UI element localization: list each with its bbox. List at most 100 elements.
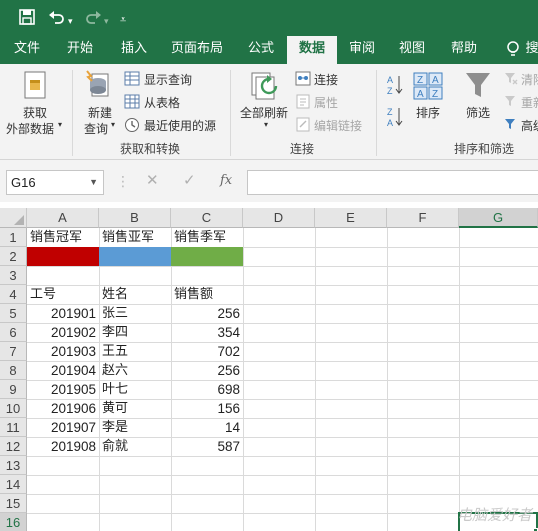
connections-icon[interactable]	[295, 71, 311, 89]
advanced-filter-icon[interactable]	[504, 117, 518, 134]
column-header-c[interactable]: C	[171, 208, 243, 228]
tab-file[interactable]: 文件	[4, 36, 50, 64]
cell-c5[interactable]: 256	[171, 304, 243, 323]
filter-icon[interactable]	[464, 70, 492, 103]
cell-a2-fill-red[interactable]	[27, 247, 99, 266]
cell-a11[interactable]: 201907	[27, 418, 99, 437]
cell-b4[interactable]: 姓名	[99, 285, 171, 304]
cell-b11[interactable]: 李是	[99, 418, 171, 437]
cell-a5[interactable]: 201901	[27, 304, 99, 323]
show-queries-button[interactable]: 显示查询	[144, 71, 192, 88]
sort-dialog-icon[interactable]: ZAAZ	[413, 72, 443, 103]
get-external-data-icon[interactable]	[21, 70, 49, 105]
cell-a8[interactable]: 201904	[27, 361, 99, 380]
cell-b1[interactable]: 销售亚军	[99, 228, 171, 247]
column-header-e[interactable]: E	[315, 208, 387, 228]
row-header-3[interactable]: 3	[0, 266, 27, 285]
new-query-icon[interactable]	[84, 68, 114, 105]
cell-a12[interactable]: 201908	[27, 437, 99, 456]
tab-formulas[interactable]: 公式	[238, 36, 284, 64]
cell-b12[interactable]: 俞就	[99, 437, 171, 456]
new-query-dropdown-icon[interactable]: ▾	[111, 120, 115, 129]
filter-button[interactable]: 筛选	[466, 104, 490, 121]
row-header-12[interactable]: 12	[0, 437, 27, 456]
tab-view[interactable]: 视图	[391, 36, 433, 64]
tab-help[interactable]: 帮助	[441, 36, 487, 64]
row-header-5[interactable]: 5	[0, 304, 27, 323]
row-header-4[interactable]: 4	[0, 285, 27, 304]
column-header-f[interactable]: F	[387, 208, 459, 228]
sort-za-icon[interactable]: ZA	[387, 106, 403, 131]
redo-icon[interactable]	[84, 8, 102, 31]
cell-b10[interactable]: 黄可	[99, 399, 171, 418]
row-header-14[interactable]: 14	[0, 475, 27, 494]
undo-dropdown-icon[interactable]: ▾	[68, 12, 73, 32]
enter-icon[interactable]: ✓	[183, 171, 196, 189]
cell-c2-fill-green[interactable]	[171, 247, 243, 266]
cell-b5[interactable]: 张三	[99, 304, 171, 323]
tell-me-partial[interactable]: 搜	[525, 36, 538, 64]
refresh-dropdown-icon[interactable]: ▾	[264, 120, 268, 129]
row-header-7[interactable]: 7	[0, 342, 27, 361]
column-header-g[interactable]: G	[459, 208, 538, 228]
row-header-13[interactable]: 13	[0, 456, 27, 475]
cell-c9[interactable]: 698	[171, 380, 243, 399]
sort-az-icon[interactable]: AZ	[387, 74, 403, 99]
row-header-10[interactable]: 10	[0, 399, 27, 418]
chevron-down-icon[interactable]: ▼	[89, 171, 98, 194]
save-icon[interactable]	[18, 8, 36, 31]
column-header-a[interactable]: A	[27, 208, 99, 228]
tab-insert[interactable]: 插入	[111, 36, 157, 64]
cell-c7[interactable]: 702	[171, 342, 243, 361]
refresh-all-button[interactable]: 全部刷新	[240, 104, 288, 121]
row-header-8[interactable]: 8	[0, 361, 27, 380]
cell-c6[interactable]: 354	[171, 323, 243, 342]
cell-c12[interactable]: 587	[171, 437, 243, 456]
connections-button[interactable]: 连接	[314, 71, 338, 88]
cell-a4[interactable]: 工号	[27, 285, 99, 304]
name-box[interactable]: G16 ▼	[6, 170, 104, 195]
get-data-label-2[interactable]: 外部数据	[6, 120, 54, 137]
customize-icon[interactable]: ⩡	[120, 10, 126, 30]
recent-sources-icon[interactable]	[124, 117, 140, 136]
from-table-button[interactable]: 从表格	[144, 94, 180, 111]
advanced-filter-button[interactable]: 高级	[521, 117, 538, 134]
row-header-6[interactable]: 6	[0, 323, 27, 342]
undo-icon[interactable]	[48, 8, 66, 31]
cell-c8[interactable]: 256	[171, 361, 243, 380]
recent-sources-button[interactable]: 最近使用的源	[144, 117, 216, 134]
cell-c10[interactable]: 156	[171, 399, 243, 418]
column-header-d[interactable]: D	[243, 208, 315, 228]
cell-c11[interactable]: 14	[171, 418, 243, 437]
sort-button[interactable]: 排序	[416, 104, 440, 121]
insert-function-icon[interactable]: fx	[220, 173, 232, 188]
row-header-9[interactable]: 9	[0, 380, 27, 399]
cell-b9[interactable]: 叶七	[99, 380, 171, 399]
show-queries-icon[interactable]	[124, 71, 140, 89]
tab-data[interactable]: 数据	[287, 36, 337, 64]
tab-home[interactable]: 开始	[57, 36, 103, 64]
cell-a9[interactable]: 201905	[27, 380, 99, 399]
cell-b7[interactable]: 王五	[99, 342, 171, 361]
row-header-2[interactable]: 2	[0, 247, 27, 266]
column-header-b[interactable]: B	[99, 208, 171, 228]
cell-a1[interactable]: 销售冠军	[27, 228, 99, 247]
cell-a6[interactable]: 201902	[27, 323, 99, 342]
get-data-dropdown-icon[interactable]: ▾	[58, 120, 62, 129]
row-header-16[interactable]: 16	[0, 513, 27, 531]
tab-review[interactable]: 审阅	[341, 36, 383, 64]
select-all-button[interactable]	[0, 208, 27, 228]
cell-a10[interactable]: 201906	[27, 399, 99, 418]
tab-page-layout[interactable]: 页面布局	[165, 36, 229, 64]
refresh-all-icon[interactable]	[249, 70, 283, 105]
cell-a7[interactable]: 201903	[27, 342, 99, 361]
row-header-1[interactable]: 1	[0, 228, 27, 247]
cell-c1[interactable]: 销售季军	[171, 228, 243, 247]
cell-b8[interactable]: 赵六	[99, 361, 171, 380]
from-table-icon[interactable]	[124, 94, 140, 112]
get-data-label-1[interactable]: 获取	[23, 104, 47, 121]
row-header-11[interactable]: 11	[0, 418, 27, 437]
new-query-label-1[interactable]: 新建	[88, 104, 112, 121]
lightbulb-icon[interactable]	[498, 36, 528, 64]
cell-b2-fill-blue[interactable]	[99, 247, 171, 266]
